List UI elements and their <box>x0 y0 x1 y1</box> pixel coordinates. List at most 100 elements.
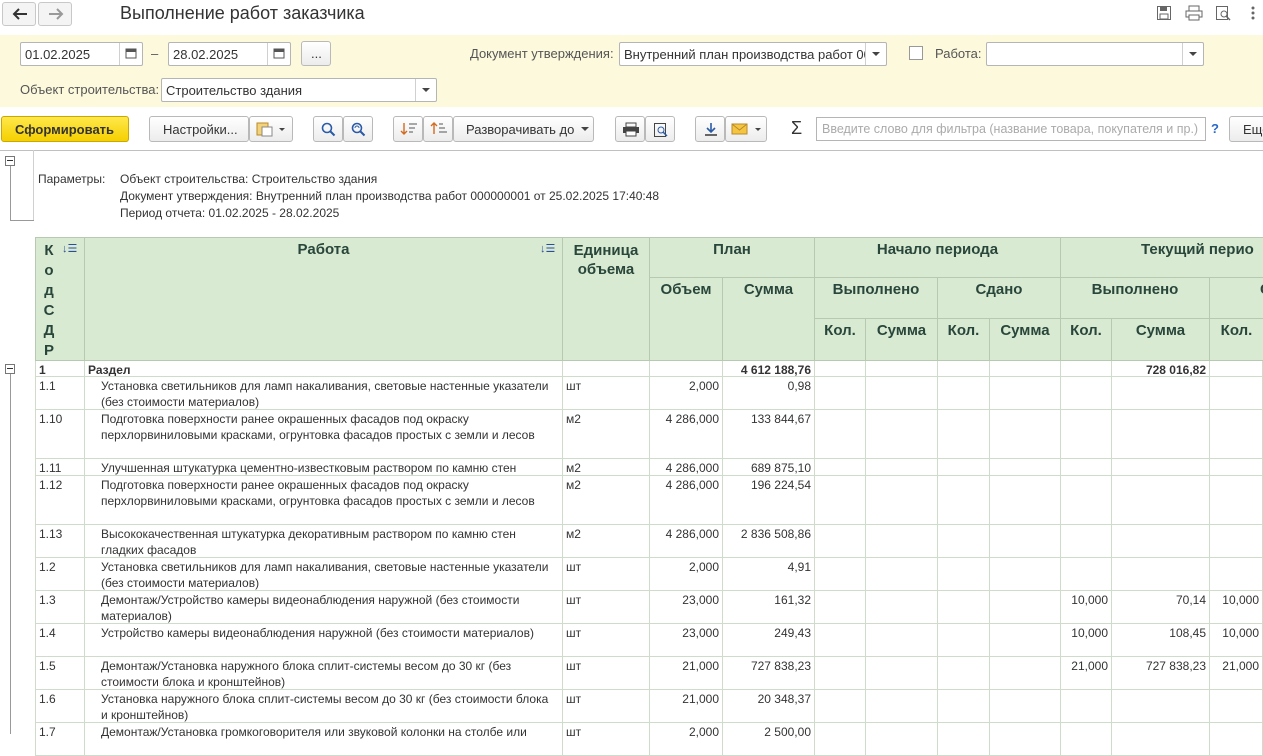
cell-e2[interactable] <box>866 624 938 657</box>
cell-code[interactable]: 1.1 <box>35 377 85 410</box>
cell-cq[interactable] <box>1061 558 1112 591</box>
cell-code[interactable]: 1.13 <box>35 525 85 558</box>
sort-icon[interactable]: ↓☰ <box>62 242 77 255</box>
cell-code[interactable]: 1.5 <box>35 657 85 690</box>
cell-e2[interactable] <box>866 410 938 459</box>
cell-e2[interactable] <box>866 657 938 690</box>
cell-vol[interactable]: 21,000 <box>650 657 723 690</box>
sort-desc-button[interactable] <box>393 116 423 142</box>
chevron-down-icon[interactable] <box>415 79 436 101</box>
chevron-down-icon[interactable] <box>865 43 886 65</box>
cell-vol[interactable]: 4 286,000 <box>650 476 723 525</box>
cell-dq[interactable] <box>1210 558 1263 591</box>
cell-dq[interactable] <box>1210 476 1263 525</box>
cell-e1[interactable] <box>815 476 866 525</box>
cell-e2[interactable] <box>866 723 938 756</box>
collapse-params-icon[interactable] <box>5 156 15 166</box>
cell-e3[interactable] <box>938 459 990 476</box>
cell-e4[interactable] <box>990 459 1061 476</box>
cell-vol[interactable]: 2,000 <box>650 558 723 591</box>
cell-cs[interactable] <box>1112 558 1210 591</box>
cell-e3[interactable] <box>938 558 990 591</box>
cell-dq[interactable] <box>1210 361 1263 377</box>
cell-cs[interactable] <box>1112 459 1210 476</box>
cell-code[interactable]: 1.12 <box>35 476 85 525</box>
cell-cq[interactable] <box>1061 361 1112 377</box>
cell-cq[interactable]: 10,000 <box>1061 624 1112 657</box>
more-button[interactable]: Еще <box>1229 116 1263 142</box>
cell-code[interactable]: 1.6 <box>35 690 85 723</box>
cell-sum[interactable]: 4 612 188,76 <box>723 361 815 377</box>
cell-code[interactable]: 1.7 <box>35 723 85 756</box>
cell-unit[interactable]: шт <box>563 377 650 410</box>
cell-sum[interactable]: 249,43 <box>723 624 815 657</box>
cell-e4[interactable] <box>990 361 1061 377</box>
cell-work[interactable]: Установка светильников для ламп накалива… <box>85 558 563 591</box>
cell-e1[interactable] <box>815 525 866 558</box>
sum-button[interactable]: Σ <box>791 118 802 139</box>
cell-e4[interactable] <box>990 657 1061 690</box>
cell-sum[interactable]: 689 875,10 <box>723 459 815 476</box>
col-code-header[interactable]: К о д С Д Р ↓☰ <box>35 237 85 361</box>
cell-work[interactable]: Устройство камеры видеонаблюдения наружн… <box>85 624 563 657</box>
save-icon[interactable] <box>1156 5 1172 21</box>
cell-unit[interactable]: шт <box>563 591 650 624</box>
sort-asc-button[interactable] <box>423 116 453 142</box>
preview-button[interactable] <box>645 116 675 142</box>
cell-code[interactable]: 1.11 <box>35 459 85 476</box>
cell-vol[interactable]: 2,000 <box>650 377 723 410</box>
cell-cq[interactable] <box>1061 723 1112 756</box>
cell-sum[interactable]: 2 836 508,86 <box>723 525 815 558</box>
cell-e2[interactable] <box>866 591 938 624</box>
cell-dq[interactable]: 10,000 <box>1210 624 1263 657</box>
cell-cq[interactable] <box>1061 476 1112 525</box>
cell-e2[interactable] <box>866 525 938 558</box>
col-sum-header[interactable]: Сумма <box>866 319 938 361</box>
filter-input[interactable]: Введите слово для фильтра (название това… <box>816 117 1206 141</box>
cell-vol[interactable]: 4 286,000 <box>650 525 723 558</box>
variants-button[interactable] <box>249 116 293 142</box>
cell-vol[interactable]: 23,000 <box>650 624 723 657</box>
cell-code[interactable]: 1.3 <box>35 591 85 624</box>
cell-unit[interactable] <box>563 361 650 377</box>
cell-e4[interactable] <box>990 476 1061 525</box>
cell-e4[interactable] <box>990 690 1061 723</box>
cell-e3[interactable] <box>938 591 990 624</box>
cell-vol[interactable] <box>650 361 723 377</box>
cell-e3[interactable] <box>938 690 990 723</box>
sort-icon[interactable]: ↓☰ <box>540 242 555 255</box>
cell-e1[interactable] <box>815 361 866 377</box>
cell-e1[interactable] <box>815 690 866 723</box>
cell-e4[interactable] <box>990 723 1061 756</box>
col-qty-header[interactable]: Кол. <box>1061 319 1112 361</box>
cell-unit[interactable]: шт <box>563 657 650 690</box>
col-plan-sum-header[interactable]: Сумма <box>723 278 815 361</box>
cell-cq[interactable] <box>1061 525 1112 558</box>
col-qty-header[interactable]: Кол. <box>815 319 866 361</box>
cell-work[interactable]: Установка наружного блока сплит-системы … <box>85 690 563 723</box>
cell-dq[interactable]: 10,000 <box>1210 591 1263 624</box>
calendar-icon[interactable] <box>267 43 290 65</box>
help-icon[interactable]: ? <box>1211 121 1219 136</box>
cell-dq[interactable] <box>1210 459 1263 476</box>
back-button[interactable] <box>2 2 36 26</box>
search-next-button[interactable] <box>343 116 373 142</box>
date-to-field[interactable]: 28.02.2025 <box>168 42 291 66</box>
cell-e4[interactable] <box>990 558 1061 591</box>
cell-dq[interactable] <box>1210 690 1263 723</box>
collapse-section-icon[interactable] <box>5 364 15 374</box>
col-unit-header[interactable]: Единица объема <box>563 237 650 361</box>
cell-e4[interactable] <box>990 377 1061 410</box>
cell-cs[interactable] <box>1112 690 1210 723</box>
cell-work[interactable]: Высококачественная штукатурка декоративн… <box>85 525 563 558</box>
cell-work[interactable]: Подготовка поверхности ранее окрашенных … <box>85 410 563 459</box>
col-work-header[interactable]: Работа ↓☰ <box>85 237 563 361</box>
cell-unit[interactable]: м2 <box>563 459 650 476</box>
cell-sum[interactable]: 196 224,54 <box>723 476 815 525</box>
cell-e3[interactable] <box>938 624 990 657</box>
cell-cs[interactable] <box>1112 723 1210 756</box>
cell-e2[interactable] <box>866 377 938 410</box>
cell-cq[interactable] <box>1061 377 1112 410</box>
cell-unit[interactable]: м2 <box>563 525 650 558</box>
cell-e1[interactable] <box>815 723 866 756</box>
